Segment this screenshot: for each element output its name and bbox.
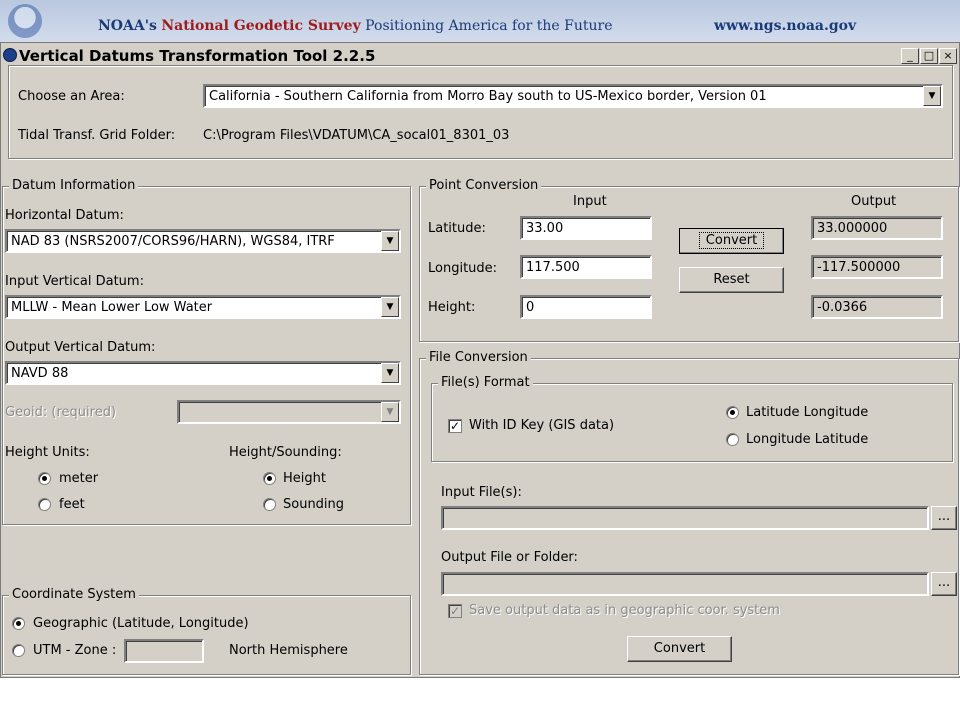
lat-lon-label: Latitude Longitude — [746, 405, 869, 420]
longitude-label: Longitude: — [428, 261, 498, 276]
area-group — [8, 65, 953, 159]
grid-folder-label: Tidal Transf. Grid Folder: — [18, 128, 176, 143]
height-sounding-label: Height/Sounding: — [229, 445, 342, 460]
with-id-key-label: With ID Key (GIS data) — [469, 418, 615, 433]
app-icon — [3, 48, 17, 62]
height-output[interactable]: -0.0366 — [811, 295, 943, 319]
latitude-input[interactable]: 33.00 — [520, 216, 652, 240]
banner-tagline: Positioning America for the Future — [365, 18, 613, 34]
save-geographic-checkbox[interactable]: ✓ — [448, 604, 462, 618]
utm-radio[interactable] — [12, 644, 25, 657]
coordinate-system-title: Coordinate System — [9, 587, 139, 602]
input-files-field[interactable] — [441, 506, 929, 530]
file-format-title: File(s) Format — [438, 375, 533, 390]
input-vertical-datum-label: Input Vertical Datum: — [5, 274, 144, 289]
feet-radio[interactable] — [38, 498, 51, 511]
point-input-header: Input — [573, 194, 607, 209]
chevron-down-icon[interactable]: ▼ — [381, 402, 399, 422]
output-browse-button[interactable]: ... — [931, 572, 957, 596]
area-select[interactable]: California - Southern California from Mo… — [203, 84, 943, 108]
geoid-label: Geoid: (required) — [5, 405, 117, 420]
latitude-label: Latitude: — [428, 221, 486, 236]
banner-survey-name: National Geodetic Survey — [161, 18, 361, 34]
save-geographic-label: Save output data as in geographic coor. … — [469, 603, 780, 618]
horizontal-datum-select[interactable]: NAD 83 (NSRS2007/CORS96/HARN), WGS84, IT… — [5, 229, 401, 253]
height-input[interactable]: 0 — [520, 295, 652, 319]
utm-label: UTM - Zone : — [33, 643, 117, 658]
lon-lat-label: Longitude Latitude — [746, 432, 869, 447]
longitude-output[interactable]: -117.500000 — [811, 255, 943, 279]
close-button[interactable]: × — [939, 48, 957, 64]
coordinate-system-group: Coordinate System — [2, 587, 411, 675]
input-browse-button[interactable]: ... — [931, 506, 957, 530]
north-hemisphere-label: North Hemisphere — [229, 643, 348, 658]
chevron-down-icon[interactable]: ▼ — [923, 86, 941, 106]
sounding-option-label: Sounding — [283, 497, 345, 512]
input-files-label: Input File(s): — [441, 485, 522, 500]
output-vertical-datum-select[interactable]: NAVD 88 ▼ — [5, 361, 401, 385]
point-conversion-title: Point Conversion — [426, 178, 542, 193]
output-file-field[interactable] — [441, 572, 929, 596]
output-vertical-datum-label: Output Vertical Datum: — [5, 340, 156, 355]
chevron-down-icon[interactable]: ▼ — [381, 297, 399, 317]
output-vertical-datum-value: NAVD 88 — [11, 366, 69, 381]
file-convert-button[interactable]: Convert — [627, 636, 732, 662]
latitude-output[interactable]: 33.000000 — [811, 216, 943, 240]
point-reset-button[interactable]: Reset — [679, 267, 784, 293]
horizontal-datum-value: NAD 83 (NSRS2007/CORS96/HARN), WGS84, IT… — [11, 234, 335, 249]
point-convert-button[interactable]: Convert — [679, 228, 784, 254]
vdatum-window: Vertical Datums Transformation Tool 2.2.… — [0, 42, 960, 678]
geographic-label: Geographic (Latitude, Longitude) — [33, 616, 249, 631]
meter-label: meter — [59, 471, 99, 486]
with-id-key-checkbox[interactable]: ✓ — [448, 419, 462, 433]
minimize-button[interactable]: _ — [901, 48, 919, 64]
banner-url: www.ngs.noaa.gov — [714, 18, 857, 34]
output-file-label: Output File or Folder: — [441, 550, 578, 565]
point-convert-label: Convert — [698, 232, 765, 249]
ngs-banner: NOAA's National Geodetic Survey Position… — [0, 0, 960, 42]
lat-lon-radio[interactable] — [726, 406, 739, 419]
sounding-radio[interactable] — [263, 498, 276, 511]
utm-zone-input[interactable] — [124, 639, 204, 663]
maximize-button[interactable]: □ — [920, 48, 938, 64]
input-vertical-datum-select[interactable]: MLLW - Mean Lower Low Water ▼ — [5, 295, 401, 319]
height-option-label: Height — [283, 471, 326, 486]
grid-folder-path: C:\Program Files\VDATUM\CA_socal01_8301_… — [203, 128, 510, 143]
noaa-logo — [8, 4, 42, 38]
choose-area-label: Choose an Area: — [18, 89, 125, 104]
area-selected-value: California - Southern California from Mo… — [209, 89, 767, 104]
height-units-label: Height Units: — [5, 445, 90, 460]
datum-information-title: Datum Information — [9, 178, 139, 193]
longitude-input[interactable]: 117.500 — [520, 255, 652, 279]
horizontal-datum-label: Horizontal Datum: — [5, 208, 124, 223]
window-title: Vertical Datums Transformation Tool 2.2.… — [19, 47, 376, 65]
input-vertical-datum-value: MLLW - Mean Lower Low Water — [11, 300, 213, 315]
geoid-select[interactable]: ▼ — [177, 400, 401, 424]
chevron-down-icon[interactable]: ▼ — [381, 363, 399, 383]
file-conversion-title: File Conversion — [426, 350, 531, 365]
feet-label: feet — [59, 497, 85, 512]
meter-radio[interactable] — [38, 472, 51, 485]
chevron-down-icon[interactable]: ▼ — [381, 231, 399, 251]
point-output-header: Output — [851, 194, 897, 209]
bottom-strip — [0, 678, 960, 720]
geographic-radio[interactable] — [12, 617, 25, 630]
lon-lat-radio[interactable] — [726, 433, 739, 446]
height-radio[interactable] — [263, 472, 276, 485]
banner-noaa: NOAA's — [98, 18, 157, 34]
height-label: Height: — [428, 300, 476, 315]
banner-tagline-line: NOAA's National Geodetic Survey Position… — [98, 18, 613, 34]
